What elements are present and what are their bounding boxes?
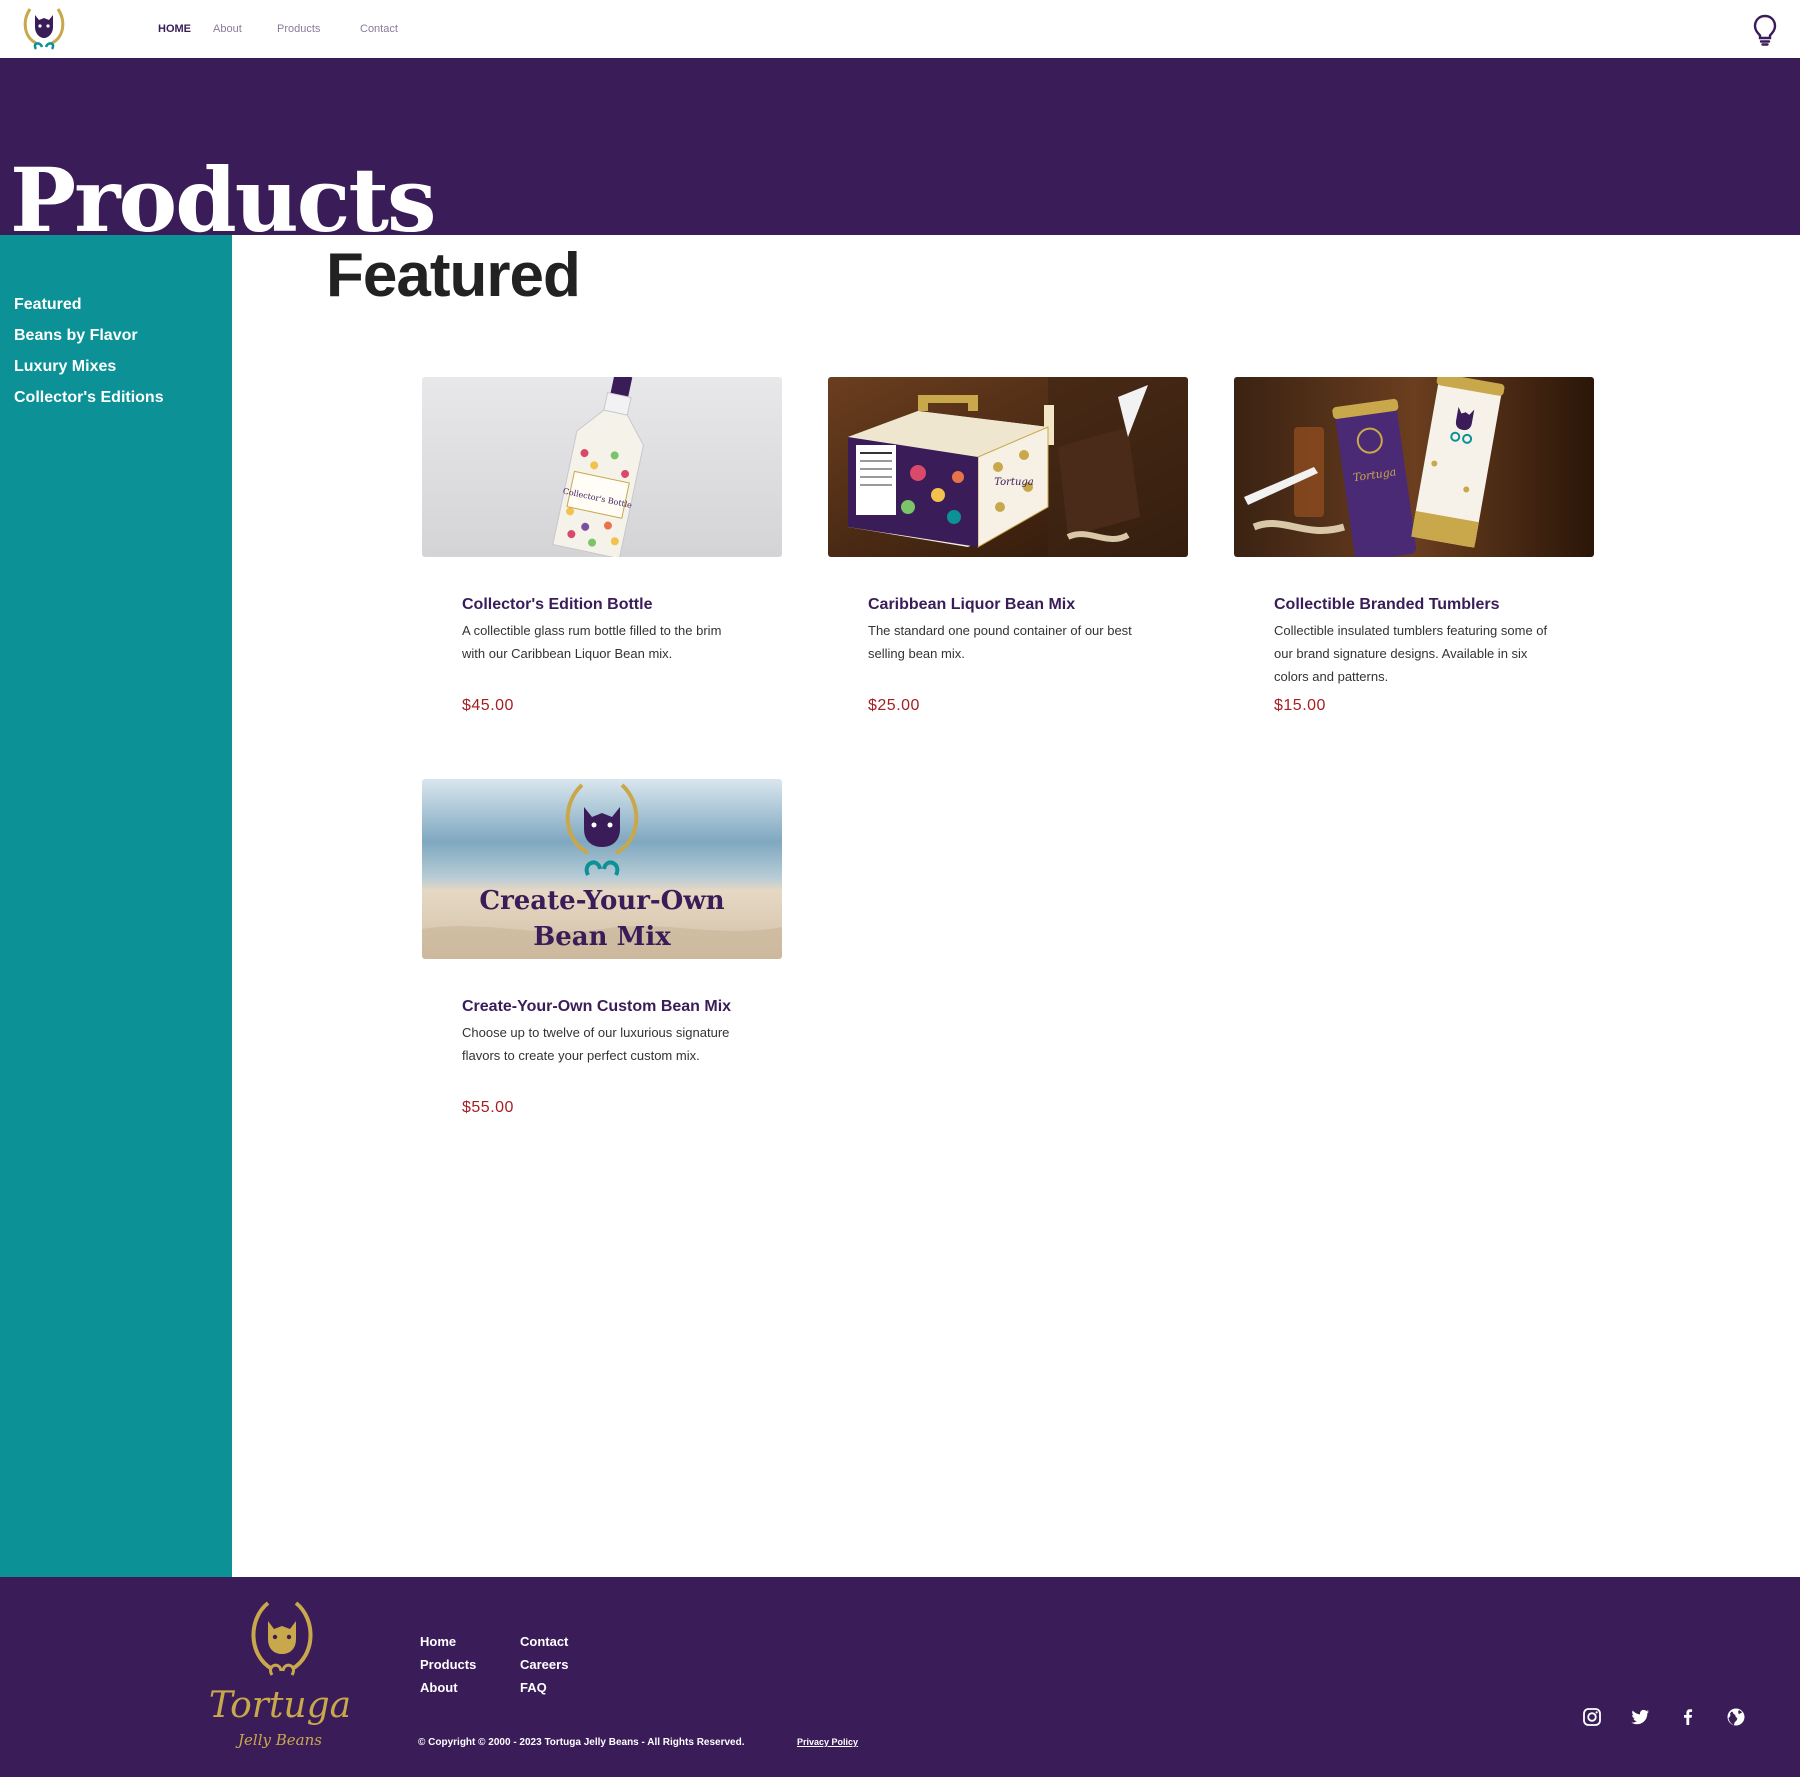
- product-title[interactable]: Collector's Edition Bottle: [462, 595, 652, 615]
- custom-mix-label-line1: Create-Your-Own: [479, 886, 724, 916]
- footer-link-faq[interactable]: FAQ: [520, 1680, 547, 1696]
- page-title: Products: [10, 148, 437, 252]
- sidebar-item-beans-by-flavor[interactable]: Beans by Flavor: [14, 326, 138, 346]
- product-price: $45.00: [462, 697, 514, 714]
- sidebar-item-collectors-editions[interactable]: Collector's Editions: [14, 388, 164, 408]
- product-title[interactable]: Create-Your-Own Custom Bean Mix: [462, 997, 731, 1017]
- product-title[interactable]: Collectible Branded Tumblers: [1274, 595, 1500, 615]
- product-image-bottle[interactable]: Collector's Bottle: [422, 377, 782, 557]
- product-price: $55.00: [462, 1099, 514, 1116]
- nav-about[interactable]: About: [213, 0, 242, 58]
- lightbulb-icon[interactable]: [1752, 14, 1778, 46]
- sidebar-item-luxury-mixes[interactable]: Luxury Mixes: [14, 357, 116, 377]
- product-image-custom-mix[interactable]: Create-Your-Own Bean Mix: [422, 779, 782, 959]
- facebook-icon[interactable]: [1676, 1705, 1700, 1729]
- product-price: $15.00: [1274, 697, 1326, 714]
- category-sidebar: Featured Beans by Flavor Luxury Mixes Co…: [0, 235, 232, 1577]
- copyright-text: © Copyright © 2000 - 2023 Tortuga Jelly …: [418, 1737, 745, 1748]
- product-description: A collectible glass rum bottle filled to…: [462, 623, 722, 661]
- footer-link-about[interactable]: About: [420, 1680, 458, 1696]
- product-description: The standard one pound container of our …: [868, 623, 1132, 661]
- footer-link-home[interactable]: Home: [420, 1634, 456, 1650]
- sidebar-item-featured[interactable]: Featured: [14, 295, 82, 315]
- footer-brand-tagline: Jelly Beans: [235, 1731, 322, 1749]
- footer-link-contact[interactable]: Contact: [520, 1634, 568, 1650]
- product-description: Choose up to twelve of our luxurious sig…: [462, 1025, 730, 1063]
- footer-brand-name: Tortuga: [209, 1685, 351, 1726]
- footer-link-careers[interactable]: Careers: [520, 1657, 568, 1673]
- tortuga-logo[interactable]: [20, 3, 68, 55]
- site-header: HOME About Products Contact: [0, 0, 1800, 58]
- product-description: Collectible insulated tumblers featuring…: [1274, 623, 1548, 684]
- box-label: Tortuga: [994, 477, 1034, 488]
- footer-link-products[interactable]: Products: [420, 1657, 476, 1673]
- product-image-tumblers[interactable]: Tortuga: [1234, 377, 1594, 557]
- nav-products[interactable]: Products: [277, 0, 320, 58]
- globe-icon[interactable]: [1724, 1705, 1748, 1729]
- nav-home[interactable]: HOME: [158, 0, 191, 58]
- twitter-icon[interactable]: [1628, 1705, 1652, 1729]
- custom-mix-label-line2: Bean Mix: [533, 922, 671, 952]
- product-image-bean-mix[interactable]: Tortuga: [828, 377, 1188, 557]
- site-footer: Tortuga Jelly Beans Home Products About …: [0, 1577, 1800, 1777]
- privacy-policy-link[interactable]: Privacy Policy: [797, 1737, 858, 1747]
- instagram-icon[interactable]: [1580, 1705, 1604, 1729]
- footer-brand-logo[interactable]: Tortuga Jelly Beans: [202, 1599, 362, 1759]
- product-title[interactable]: Caribbean Liquor Bean Mix: [868, 595, 1075, 615]
- nav-contact[interactable]: Contact: [360, 0, 398, 58]
- product-price: $25.00: [868, 697, 920, 714]
